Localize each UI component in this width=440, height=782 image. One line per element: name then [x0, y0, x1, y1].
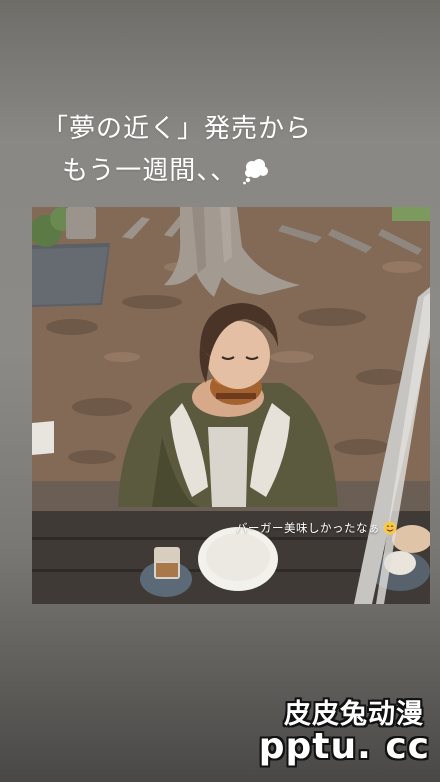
caption-line-1: 「夢の近く」発売から [42, 114, 313, 144]
story-photo [32, 207, 430, 604]
photo-scene [32, 207, 430, 604]
thought-bubble-icon [243, 159, 269, 185]
photo-overlay-text: バーガー美味しかったなぁ [236, 521, 380, 535]
caption-line-2: もう一週間、、 [62, 150, 271, 192]
watermark-site-url: pptu. cc [258, 726, 430, 767]
smiling-face-icon [383, 521, 397, 535]
caption-line-2-text: もう一週間、、 [62, 156, 238, 186]
photo-overlay-caption: バーガー美味しかったなぁ [236, 520, 397, 536]
